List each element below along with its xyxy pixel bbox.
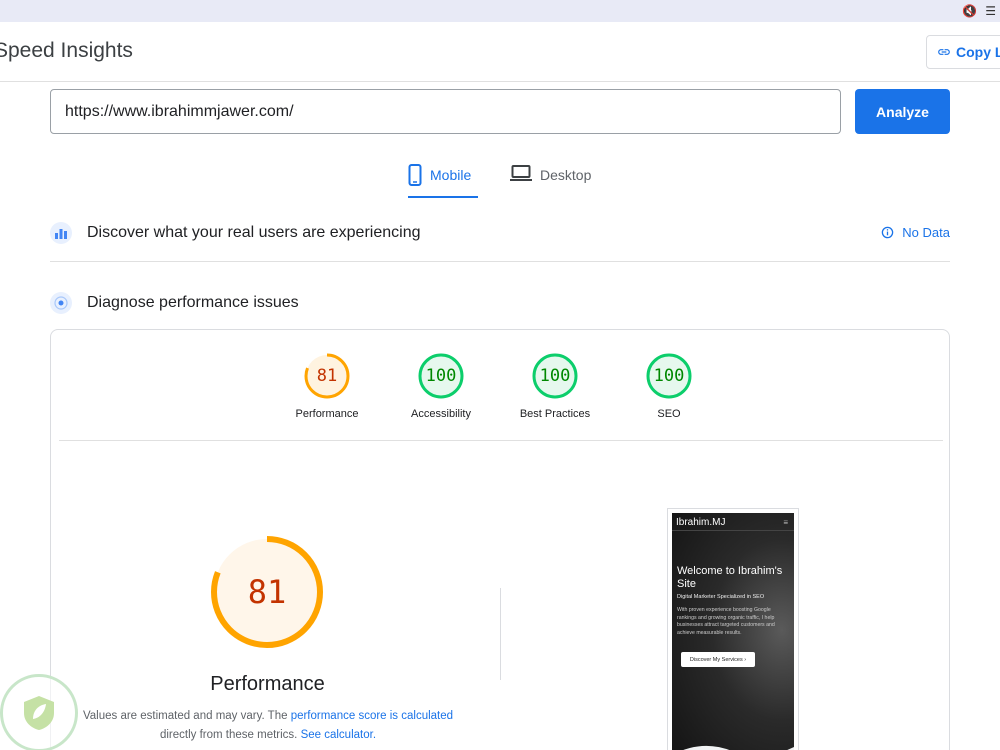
- field-data-section: Discover what your real users are experi…: [50, 213, 950, 253]
- score-label: Accessibility: [411, 408, 471, 420]
- leaf-shield-icon: [24, 696, 54, 730]
- score-gauge-performance[interactable]: 81 Performance: [295, 352, 359, 420]
- smartphone-icon: [408, 164, 422, 186]
- vertical-separator: [500, 588, 501, 680]
- lab-results-card: 81 Performance 100 Accessibility 100 Best Pra…: [50, 329, 950, 750]
- score-gauge-best-practices[interactable]: 100 Best Practices: [520, 352, 590, 420]
- page-screenshot: Ibrahim.MJ ≡ Welcome to Ibrahim's Site D…: [667, 508, 799, 750]
- app-header: Speed Insights Copy L: [0, 22, 1000, 82]
- section-divider: [50, 261, 950, 262]
- system-bar: 🔇 ☰: [0, 0, 1000, 22]
- wifi-icon: ☰: [985, 4, 996, 18]
- app-title: Speed Insights: [0, 39, 133, 62]
- screenshot-cta: Discover My Services ›: [681, 652, 755, 667]
- performance-big-score: 81: [247, 573, 287, 611]
- card-divider: [59, 440, 943, 441]
- see-calculator-link[interactable]: See calculator.: [301, 729, 376, 741]
- mute-icon: 🔇: [962, 4, 978, 18]
- url-input[interactable]: [50, 89, 841, 134]
- score-disclaimer: Values are estimated and may vary. The p…: [81, 707, 455, 745]
- diagnose-section: Diagnose performance issues: [50, 283, 950, 323]
- disclaimer-middle: directly from these metrics.: [159, 729, 301, 741]
- score-value: 100: [539, 366, 571, 386]
- screenshot-subheading: Digital Marketer Specialized in SEO: [677, 594, 765, 600]
- score-gauge-accessibility[interactable]: 100 Accessibility: [410, 352, 472, 420]
- no-data-label: No Data: [902, 225, 950, 240]
- link-icon: [938, 49, 950, 55]
- laptop-icon: [510, 165, 532, 181]
- score-gauge-seo[interactable]: 100 SEO: [638, 352, 700, 420]
- score-value: 100: [653, 366, 685, 386]
- screenshot-body: With proven experience boosting Google r…: [677, 607, 775, 636]
- disclaimer-prefix: Values are estimated and may vary. The: [82, 710, 291, 722]
- score-calc-link[interactable]: performance score is calculated: [291, 710, 453, 722]
- screenshot-screen: Ibrahim.MJ ≡ Welcome to Ibrahim's Site D…: [672, 513, 794, 750]
- copy-link-label: Copy L: [956, 44, 1000, 60]
- score-label: SEO: [657, 408, 681, 420]
- diagnose-title: Diagnose performance issues: [87, 294, 299, 311]
- screenshot-nav-line: [672, 530, 794, 531]
- watermark-logo: [0, 674, 78, 750]
- score-value: 81: [316, 366, 338, 386]
- hamburger-icon: ≡: [783, 518, 788, 527]
- tab-mobile-label: Mobile: [430, 167, 472, 183]
- score-gauges: 81 Performance 100 Accessibility 100 Best Pra…: [296, 352, 700, 420]
- tab-desktop[interactable]: Desktop: [510, 160, 591, 198]
- no-data-indicator[interactable]: No Data: [881, 225, 950, 240]
- screenshot-heading: Welcome to Ibrahim's Site: [677, 565, 783, 590]
- screenshot-brand: Ibrahim.MJ: [676, 517, 726, 528]
- tab-mobile[interactable]: Mobile: [408, 160, 478, 198]
- performance-big-label: Performance: [210, 673, 325, 695]
- score-value: 100: [425, 366, 457, 386]
- performance-big-gauge: 81: [209, 534, 325, 650]
- score-label: Best Practices: [519, 408, 591, 420]
- copy-link-button[interactable]: Copy L: [926, 35, 1000, 69]
- users-chart-icon: [50, 222, 72, 244]
- score-label: Performance: [295, 408, 359, 420]
- analyze-button[interactable]: Analyze: [855, 89, 950, 134]
- tab-desktop-label: Desktop: [540, 167, 592, 183]
- screenshot-wave: [683, 745, 794, 750]
- lab-data-icon: [50, 292, 72, 314]
- field-data-title: Discover what your real users are experi…: [87, 224, 421, 241]
- info-icon: [882, 226, 894, 239]
